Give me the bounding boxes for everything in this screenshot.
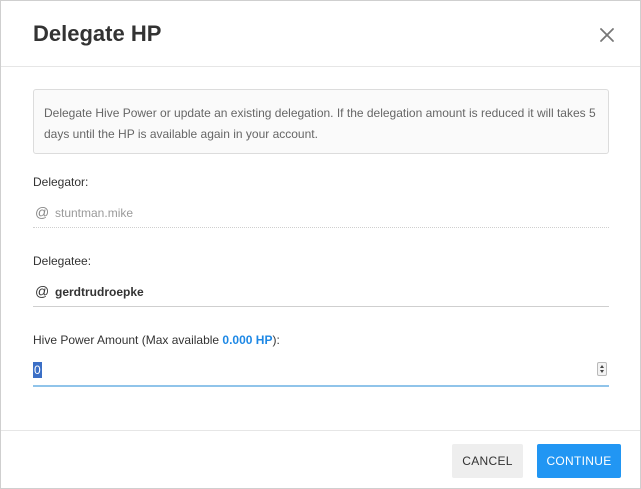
delegatee-value[interactable]: gerdtrudroepke bbox=[55, 285, 144, 299]
delegate-hp-dialog: Delegate HP Delegate Hive Power or updat… bbox=[0, 0, 641, 489]
spinner-up-icon[interactable] bbox=[600, 365, 604, 368]
spinner-down-icon[interactable] bbox=[600, 370, 604, 373]
delegator-label: Delegator: bbox=[33, 175, 89, 189]
amount-value[interactable]: 0 bbox=[33, 362, 42, 378]
amount-input[interactable]: 0 bbox=[33, 356, 609, 387]
delegator-value: stuntman.mike bbox=[55, 206, 134, 220]
field-underline bbox=[33, 227, 609, 228]
delegator-field: @ stuntman.mike bbox=[33, 200, 609, 228]
dialog-title: Delegate HP bbox=[33, 21, 162, 46]
delegatee-label: Delegatee: bbox=[33, 254, 92, 268]
field-underline bbox=[33, 306, 609, 307]
footer-divider bbox=[1, 430, 640, 431]
amount-label-prefix: Hive Power Amount (Max available bbox=[33, 333, 223, 347]
cancel-button[interactable]: CANCEL bbox=[452, 444, 523, 478]
at-icon: @ bbox=[35, 204, 50, 220]
field-underline-focused bbox=[33, 385, 609, 387]
at-icon: @ bbox=[35, 283, 50, 299]
amount-label-suffix: ): bbox=[272, 333, 280, 347]
info-box: Delegate Hive Power or update an existin… bbox=[33, 89, 609, 154]
continue-button[interactable]: CONTINUE bbox=[537, 444, 621, 478]
dialog-header: Delegate HP bbox=[1, 1, 640, 67]
delegatee-input[interactable]: @ gerdtrudroepke bbox=[33, 279, 609, 307]
close-icon[interactable] bbox=[597, 25, 617, 45]
amount-label: Hive Power Amount (Max available 0.000 H… bbox=[33, 333, 280, 347]
number-spinner[interactable] bbox=[597, 362, 607, 376]
max-available-value: 0.000 HP bbox=[222, 333, 273, 347]
